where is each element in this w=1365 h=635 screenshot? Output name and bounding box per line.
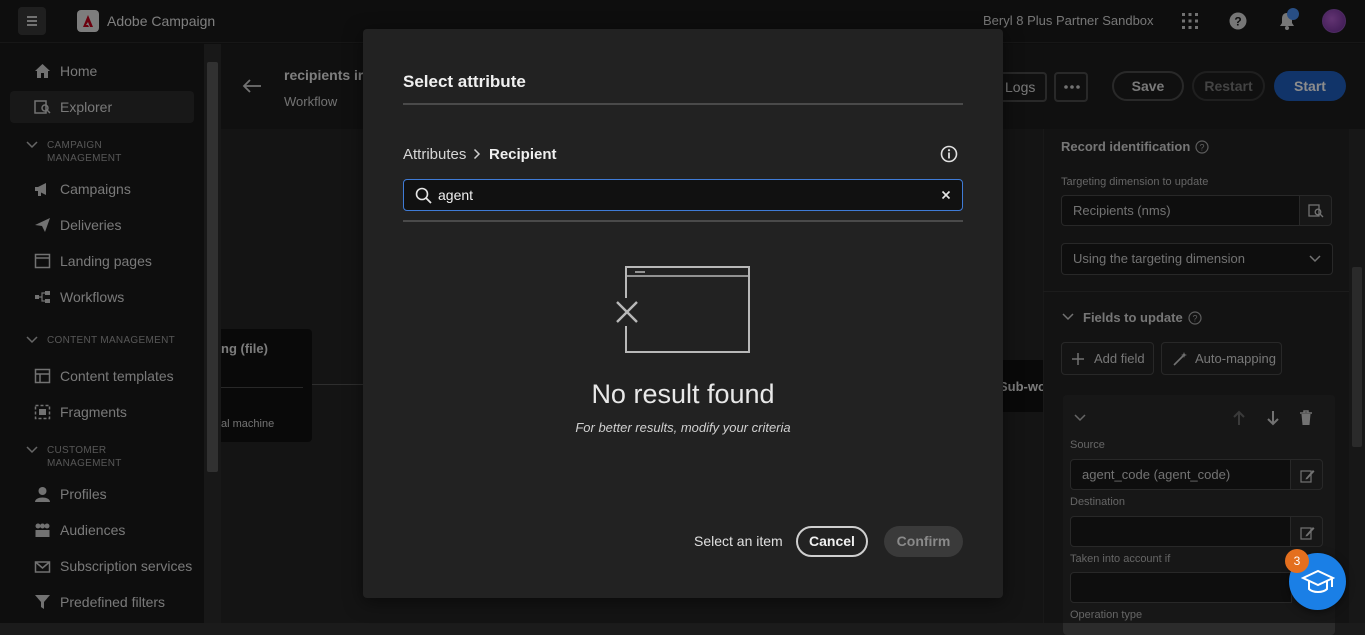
- chevron-right-icon: [473, 148, 481, 160]
- selection-status: Select an item: [694, 533, 783, 549]
- title-divider: [403, 103, 963, 105]
- attribute-search[interactable]: [403, 179, 963, 211]
- select-attribute-dialog: Select attribute Attributes Recipient No…: [363, 29, 1003, 598]
- no-results-subtitle: For better results, modify your criteria: [575, 420, 791, 435]
- clear-icon[interactable]: [941, 190, 951, 200]
- confirm-button[interactable]: Confirm: [884, 526, 963, 557]
- search-input[interactable]: [438, 185, 918, 205]
- dialog-title: Select attribute: [403, 72, 526, 91]
- graduation-cap-icon: [1301, 569, 1335, 593]
- no-results-illustration: [614, 265, 754, 355]
- breadcrumb-attributes[interactable]: Attributes: [403, 146, 466, 163]
- learning-count-badge: 3: [1285, 549, 1309, 573]
- search-icon: [415, 187, 432, 204]
- search-divider: [403, 220, 963, 222]
- breadcrumb-recipient: Recipient: [489, 146, 557, 163]
- no-results-title: No result found: [591, 379, 775, 409]
- info-icon[interactable]: [940, 145, 958, 163]
- cancel-button[interactable]: Cancel: [796, 526, 868, 557]
